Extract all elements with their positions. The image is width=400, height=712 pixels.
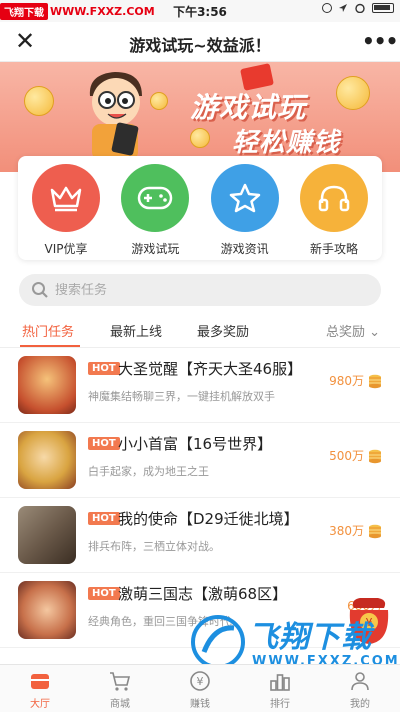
task-title: 大圣觉醒【齐天大圣46服】 [118,360,303,378]
coin-stack-icon [369,449,381,463]
tabbar-lobby[interactable]: 大厅 [0,665,80,712]
watermark-brand: 飞翔下载 [248,620,372,655]
category-game-news[interactable]: 游戏资讯 [207,164,283,260]
alarm-icon [355,3,365,13]
task-title: 我的使命【D29迁徙北境】 [118,510,299,528]
tabbar-shop[interactable]: 商城 [80,665,160,712]
nav-bar: ✕ 游戏试玩~效益派！ ••• [0,22,400,62]
tabbar-label: 赚钱 [190,699,210,710]
search-icon [32,282,48,298]
search-input[interactable] [55,282,355,298]
status-bar: 飞翔下载 WWW.FXXZ.COM 下午3:56 [0,0,400,22]
list-item[interactable]: HOT 小小首富【16号世界】 白手起家，成为地王之王 500万 [0,423,400,498]
coin-stack-icon [369,524,381,538]
lobby-icon [31,674,49,689]
task-reward: 980万 [329,372,382,389]
crown-icon [32,164,100,232]
ranking-icon [270,674,290,691]
status-right [322,3,394,13]
star-icon [210,164,279,232]
game-thumbnail [18,431,76,489]
chevron-down-icon: ⌄ [364,325,380,340]
category-vip[interactable]: VIP优享 [28,164,104,260]
watermark-icon [191,615,245,669]
task-title: 小小首富【16号世界】 [118,435,273,453]
task-reward: 500万 [329,447,382,464]
hot-badge: HOT [88,362,120,375]
cart-icon [110,672,131,691]
category-label: VIP优享 [44,242,88,256]
list-item[interactable]: HOT 大圣觉醒【齐天大圣46服】 神魔集结畅聊三界，一键挂机解放双手 980万 [0,348,400,423]
app-root: 飞翔下载 WWW.FXXZ.COM 下午3:56 ✕ 游戏试玩~效益派！ ••• [0,0,400,712]
hot-badge: HOT [88,512,120,525]
category-label: 游戏试玩 [131,242,180,256]
reward-amount: 980万 [329,374,364,388]
task-desc: 白手起家，成为地王之王 [88,465,209,478]
active-tab-indicator [20,345,80,347]
svg-text:¥: ¥ [197,675,204,688]
game-thumbnail [18,581,76,639]
hot-badge: HOT [88,587,120,600]
banner-title: 游戏试玩 [190,91,307,124]
tab-most-reward[interactable]: 最多奖励 [197,321,249,340]
search-bar[interactable] [19,274,381,306]
task-list: HOT 大圣觉醒【齐天大圣46服】 神魔集结畅聊三界，一键挂机解放双手 980万… [0,348,400,648]
headphones-icon [299,164,368,232]
category-beginner-guide[interactable]: 新手攻略 [296,164,372,260]
list-item[interactable]: HOT 我的使命【D29迁徙北境】 排兵布阵，三栖立体对战。 380万 [0,498,400,573]
gamepad-icon [121,164,190,232]
bottom-tab-bar: 大厅 商城 ¥ 赚钱 排行 我的 [0,664,400,712]
task-reward: 380万 [329,522,382,539]
tab-newest[interactable]: 最新上线 [110,321,162,340]
location-icon [339,4,347,12]
reward-amount: 500万 [329,449,364,463]
hot-badge: HOT [88,437,120,450]
tabbar-earn[interactable]: ¥ 赚钱 [160,665,240,712]
coin-icon [336,76,370,110]
task-desc: 神魔集结畅聊三界，一键挂机解放双手 [88,390,275,403]
banner-subtitle: 轻松赚钱 [232,128,341,158]
coin-icon [190,128,210,148]
sort-total-reward[interactable]: 总奖励 ⌄ [326,321,380,340]
page-title: 游戏试玩~效益派！ [129,36,271,55]
profile-icon [351,672,369,691]
category-game-trial[interactable]: 游戏试玩 [117,164,193,260]
task-desc: 排兵布阵，三栖立体对战。 [88,540,220,553]
game-thumbnail [18,356,76,414]
money-icon: ¥ [190,671,210,691]
tabbar-label: 大厅 [30,699,50,710]
lock-rotation-icon [322,3,332,13]
coin-stack-icon [369,374,381,388]
cartoon-boy-illustration [89,72,142,160]
coin-icon [24,86,54,116]
tabbar-label: 我的 [350,699,370,710]
tab-hot-tasks[interactable]: 热门任务 [22,321,74,340]
game-thumbnail [18,506,76,564]
task-title: 激萌三国志【激萌68区】 [118,585,288,603]
tabbar-ranking[interactable]: 排行 [240,665,320,712]
sort-label: 总奖励 [325,325,365,340]
reward-amount: 380万 [329,524,364,538]
more-icon[interactable]: ••• [362,28,398,54]
tabbar-label: 排行 [270,699,290,710]
tabbar-profile[interactable]: 我的 [320,665,400,712]
battery-icon [372,3,394,13]
task-tabs: 热门任务 最新上线 最多奖励 总奖励 ⌄ [0,312,400,348]
category-card: VIP优享 游戏试玩 游戏资讯 新手攻略 [18,156,382,260]
category-label: 游戏资讯 [220,242,269,256]
category-label: 新手攻略 [309,242,358,256]
tabbar-label: 商城 [110,699,130,710]
